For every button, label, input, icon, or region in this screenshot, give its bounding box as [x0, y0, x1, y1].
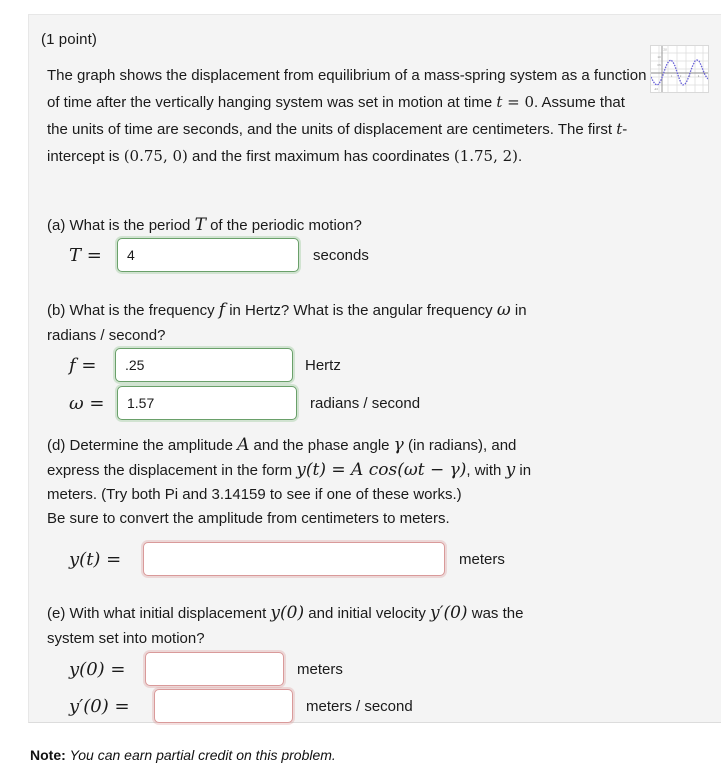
problem-panel: (1 point) The graph shows the displaceme…	[28, 14, 721, 723]
svg-text:2.0: 2.0	[664, 50, 668, 52]
math-A: A	[237, 435, 250, 455]
part-b-omega-label: ω =	[69, 392, 105, 414]
part-d-line2-post: in	[515, 462, 532, 479]
part-e-yprime0-label: y′(0) =	[69, 695, 130, 717]
part-a-input[interactable]: 4	[117, 238, 299, 272]
part-b-omega-unit: radians / second	[310, 394, 421, 412]
problem-page: (1 point) The graph shows the displaceme…	[0, 0, 721, 769]
part-e-yprime0-unit: meters / second	[306, 697, 413, 715]
part-e-y0-label: y(0) =	[69, 658, 126, 680]
displacement-curve	[651, 59, 708, 86]
part-e-line1-mid: and initial velocity	[304, 605, 431, 622]
part-a-prompt-post: of the periodic motion?	[205, 217, 362, 234]
part-e-prompt: (e) With what initial displacement y(0) …	[47, 601, 667, 651]
part-e-y0-answer-row: y(0) = meters	[69, 652, 343, 686]
part-a-prompt-pre: (a) What is the period	[47, 217, 195, 234]
part-b-f-label: f =	[69, 354, 97, 376]
partial-credit-note: Note: You can earn partial credit on thi…	[30, 747, 336, 763]
part-a-label: T =	[69, 244, 102, 266]
part-d-line4: Be sure to convert the amplitude from ce…	[47, 510, 450, 527]
part-e-yprime0-input[interactable]	[154, 689, 293, 723]
svg-text:0.5: 0.5	[658, 65, 662, 67]
part-d-line1-pre: (d) Determine the amplitude	[47, 437, 238, 454]
math-displacement-formula: y(t) = A cos(ωt − γ)	[296, 460, 467, 480]
part-b-omega-answer-row: ω = 1.57 radians / second	[69, 386, 420, 420]
math-gamma: γ	[393, 435, 404, 455]
math-T: T	[194, 215, 206, 235]
displacement-graph-svg: 2.0 1.0 0.5 1 2 3 4 -2.0	[651, 46, 708, 92]
part-a-prompt: (a) What is the period T of the periodic…	[47, 213, 667, 238]
part-d-answer-row: y(t) = meters	[69, 542, 505, 576]
problem-statement-seg-4: .	[518, 148, 523, 165]
part-d-input[interactable]	[143, 542, 445, 576]
part-b-omega-input[interactable]: 1.57	[117, 386, 297, 420]
part-e-y0-unit: meters	[297, 660, 343, 678]
math-omega: ω	[496, 300, 511, 320]
part-a-answer-row: T = 4 seconds	[69, 238, 369, 272]
part-b-prompt: (b) What is the frequency f in Hertz? Wh…	[47, 298, 667, 348]
part-b-prompt-pre: (b) What is the frequency	[47, 302, 219, 319]
part-d-line3: meters. (Try both Pi and 3.14159 to see …	[47, 486, 462, 503]
points-label: (1 point)	[41, 31, 97, 48]
note-text: You can earn partial credit on this prob…	[69, 747, 336, 763]
math-first-maximum: (1.75, 2)	[453, 147, 519, 165]
part-b-prompt-line2: radians / second?	[47, 327, 166, 344]
part-e-line2: system set into motion?	[47, 630, 205, 647]
part-d-line1-post: (in radians), and	[403, 437, 517, 454]
part-b-f-answer-row: f = .25 Hertz	[69, 348, 341, 382]
math-y-prime-of-zero: y′(0)	[430, 603, 468, 623]
svg-text:-2.0: -2.0	[654, 89, 659, 91]
part-d-label: y(t) =	[69, 548, 122, 570]
math-y: y	[505, 460, 516, 480]
math-y-of-zero: y(0)	[270, 603, 305, 623]
part-b-prompt-mid: in Hertz? What is the angular frequency	[225, 302, 497, 319]
displacement-graph-thumbnail[interactable]: 2.0 1.0 0.5 1 2 3 4 -2.0	[650, 45, 709, 93]
part-e-line1-post: was the	[467, 605, 524, 622]
part-d-line2-pre: express the displacement in the form	[47, 462, 297, 479]
problem-statement-seg-3: and the first maximum has coordinates	[187, 148, 454, 165]
math-first-intercept: (0.75, 0)	[123, 147, 188, 165]
part-b-prompt-post: in	[510, 302, 527, 319]
part-b-f-input[interactable]: .25	[115, 348, 293, 382]
part-d-prompt: (d) Determine the amplitude A and the ph…	[47, 433, 667, 531]
part-a-unit: seconds	[313, 246, 369, 264]
part-e-yprime0-answer-row: y′(0) = meters / second	[69, 689, 413, 723]
svg-text:1.0: 1.0	[658, 57, 662, 59]
part-e-y0-input[interactable]	[145, 652, 284, 686]
part-b-f-unit: Hertz	[305, 356, 341, 374]
part-e-line1-pre: (e) With what initial displacement	[47, 605, 271, 622]
math-equals-zero: = 0	[502, 93, 535, 111]
note-label: Note:	[30, 747, 66, 763]
part-d-line2-mid: , with	[466, 462, 506, 479]
part-d-unit: meters	[459, 550, 505, 568]
problem-statement: The graph shows the displacement from eq…	[47, 63, 647, 170]
part-d-line1-mid: and the phase angle	[249, 437, 394, 454]
